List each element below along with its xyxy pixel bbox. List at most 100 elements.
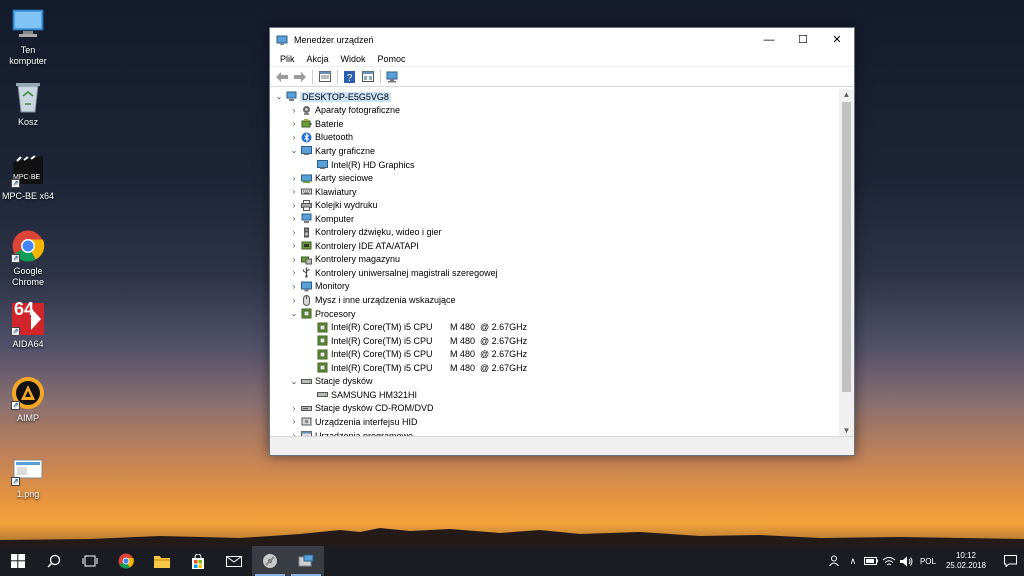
tree-item-label: Kolejki wydruku: [315, 200, 378, 211]
minimize-button[interactable]: —: [752, 28, 786, 51]
desktop-icon-mpc-be[interactable]: MPC·BE ↗ MPC-BE x64: [2, 154, 54, 202]
expand-caret-icon[interactable]: ›: [289, 268, 299, 277]
tree-category[interactable]: › Kontrolery IDE ATA/ATAPI: [289, 239, 419, 253]
tree-category[interactable]: ⌄ Karty graficzne: [289, 144, 375, 158]
tree-category[interactable]: › Bluetooth: [289, 131, 353, 145]
forward-button[interactable]: [291, 69, 308, 85]
people-button[interactable]: [826, 555, 844, 567]
scroll-up-icon[interactable]: ▲: [839, 89, 854, 101]
scan-hardware-button[interactable]: [384, 69, 401, 85]
monitor-scan-icon: [386, 71, 398, 82]
collapse-caret-icon[interactable]: ⌄: [289, 146, 299, 155]
mail-icon: [226, 555, 242, 567]
tree-item-label: Intel(R) Core(TM) i5 CPU M 480 @ 2.67GHz: [331, 362, 528, 373]
expand-caret-icon[interactable]: ›: [289, 133, 299, 142]
expand-caret-icon[interactable]: ›: [289, 228, 299, 237]
maximize-button[interactable]: ☐: [786, 28, 820, 51]
expand-caret-icon[interactable]: ›: [289, 187, 299, 196]
tree-category[interactable]: › Baterie: [289, 117, 344, 131]
disk-drive-icon: [317, 392, 328, 398]
title-bar[interactable]: Menedżer urządzeń — ☐ ✕: [270, 28, 854, 51]
clock-time: 10:12: [955, 551, 976, 560]
speaker-icon: [304, 227, 309, 238]
desktop-icon-aida64[interactable]: 64 ↗ AIDA64: [2, 300, 54, 350]
language-indicator[interactable]: POL: [920, 557, 936, 566]
tree-category[interactable]: › Kontrolery dźwięku, wideo i gier: [289, 226, 442, 240]
tree-category[interactable]: › Kolejki wydruku: [289, 198, 378, 212]
show-hidden-icons-button[interactable]: ∧: [844, 556, 862, 567]
taskbar-media-player[interactable]: [252, 546, 288, 576]
tree-device[interactable]: Intel(R) HD Graphics: [303, 158, 415, 172]
tree-category[interactable]: › Kontrolery magazynu: [289, 253, 400, 267]
action-center-button[interactable]: [996, 555, 1024, 567]
battery-tray[interactable]: [862, 557, 880, 565]
desktop-icon-recycle-bin[interactable]: Kosz: [2, 80, 54, 128]
task-view-button[interactable]: [72, 546, 108, 576]
tree-category[interactable]: › Mysz i inne urządzenia wskazujące: [289, 293, 456, 307]
collapse-caret-icon[interactable]: ⌄: [289, 377, 299, 386]
desktop-icon-chrome[interactable]: ↗ Google Chrome: [2, 229, 54, 288]
tree-category[interactable]: › Monitory: [289, 280, 350, 294]
tree-category[interactable]: › Karty sieciowe: [289, 171, 373, 185]
expand-caret-icon[interactable]: ›: [289, 174, 299, 183]
desktop-icon-computer[interactable]: Ten komputer: [2, 8, 54, 67]
expand-caret-icon[interactable]: ›: [289, 296, 299, 305]
tree-device[interactable]: Intel(R) Core(TM) i5 CPU M 480 @ 2.67GHz: [303, 320, 527, 334]
properties-button[interactable]: [316, 69, 333, 85]
network-tray[interactable]: [880, 556, 898, 567]
close-button[interactable]: ✕: [820, 28, 854, 51]
expand-caret-icon[interactable]: ›: [289, 241, 299, 250]
tree-device[interactable]: SAMSUNG HM321HI: [303, 388, 417, 402]
battery-icon: [301, 119, 312, 128]
expand-caret-icon[interactable]: ›: [289, 214, 299, 223]
tree-device[interactable]: Intel(R) Core(TM) i5 CPU M 480 @ 2.67GHz: [303, 334, 527, 348]
menu-view[interactable]: Widok: [335, 54, 372, 64]
tree-device[interactable]: Intel(R) Core(TM) i5 CPU M 480 @ 2.67GHz: [303, 347, 527, 361]
view-button[interactable]: [359, 69, 376, 85]
dvd-icon: [301, 405, 312, 411]
tree-category[interactable]: ⌄ Stacje dysków: [289, 375, 373, 389]
desktop-icon-image-file[interactable]: ↗ 1.png: [2, 452, 54, 500]
tree-category[interactable]: › Klawiatury: [289, 185, 357, 199]
vertical-scrollbar[interactable]: ▲ ▼: [839, 89, 854, 437]
help-button[interactable]: ?: [341, 69, 358, 85]
menu-help[interactable]: Pomoc: [372, 54, 412, 64]
taskbar-mail[interactable]: [216, 546, 252, 576]
taskbar-device-manager[interactable]: [288, 546, 324, 576]
desktop-icon-label: MPC-BE x64: [2, 191, 55, 201]
tree-category[interactable]: › Urządzenia interfejsu HID: [289, 415, 418, 429]
menu-action[interactable]: Akcja: [301, 54, 335, 64]
tree-root[interactable]: ⌄ DESKTOP-E5G5VG8: [274, 90, 391, 104]
taskbar-store[interactable]: [180, 546, 216, 576]
collapse-caret-icon[interactable]: ⌄: [274, 92, 284, 101]
start-button[interactable]: [0, 546, 36, 576]
status-bar: [270, 436, 854, 455]
tree-device[interactable]: Intel(R) Core(TM) i5 CPU M 480 @ 2.67GHz: [303, 361, 527, 375]
display-adapter-icon: [301, 146, 312, 156]
tree-item-label: Baterie: [315, 118, 344, 129]
expand-caret-icon[interactable]: ›: [289, 106, 299, 115]
processor-icon: [317, 362, 328, 373]
menu-file[interactable]: Plik: [274, 54, 301, 64]
collapse-caret-icon[interactable]: ⌄: [289, 309, 299, 318]
volume-tray[interactable]: [898, 556, 916, 567]
back-button[interactable]: [273, 69, 290, 85]
tree-category[interactable]: ⌄ Procesory: [289, 307, 356, 321]
expand-caret-icon[interactable]: ›: [289, 255, 299, 264]
tree-category[interactable]: › Kontrolery uniwersalnej magistrali szer…: [289, 266, 498, 280]
clock[interactable]: 10:12 25.02.2018: [946, 551, 986, 571]
tree-category[interactable]: › Aparaty fotograficzne: [289, 104, 400, 118]
expand-caret-icon[interactable]: ›: [289, 119, 299, 128]
expand-caret-icon[interactable]: ›: [289, 417, 299, 426]
taskbar-file-explorer[interactable]: [144, 546, 180, 576]
expand-caret-icon[interactable]: ›: [289, 201, 299, 210]
tree-category[interactable]: › Stacje dysków CD-ROM/DVD: [289, 402, 434, 416]
search-button[interactable]: [36, 546, 72, 576]
scroll-thumb[interactable]: [842, 102, 851, 392]
expand-caret-icon[interactable]: ›: [289, 404, 299, 413]
desktop-icon-aimp[interactable]: ↗ AIMP: [2, 376, 54, 424]
tree-category[interactable]: › Komputer: [289, 212, 354, 226]
expand-caret-icon[interactable]: ›: [289, 282, 299, 291]
tree-item-label: Stacje dysków CD-ROM/DVD: [315, 403, 434, 414]
taskbar-chrome[interactable]: [108, 546, 144, 576]
